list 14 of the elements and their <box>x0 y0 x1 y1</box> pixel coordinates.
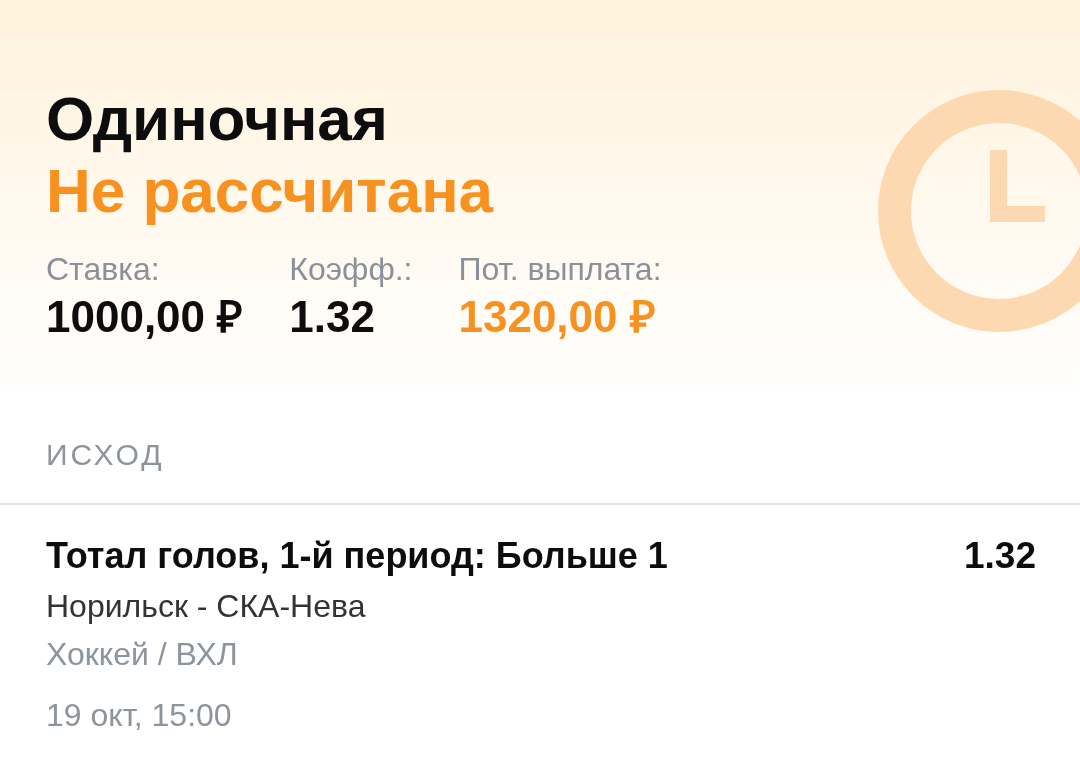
bet-status: Не рассчитана <box>46 155 494 227</box>
summary-label: Пот. выплата: <box>458 250 662 288</box>
odds-value: 1.32 <box>964 535 1036 577</box>
summary-value: 1000,00 ₽ <box>46 291 244 343</box>
summary-label: Ставка: <box>46 250 160 288</box>
summary-value: 1.32 <box>289 291 375 343</box>
summary-label: Коэфф.: <box>289 250 413 288</box>
bet-type-title: Одиночная <box>46 83 389 155</box>
event-date: 19 окт, 15:00 <box>46 696 232 734</box>
market-title: Тотал голов, 1-й период: Больше 1 <box>46 535 668 577</box>
section-heading: ИСХОД <box>46 438 165 471</box>
league-label: Хоккей / ВХЛ <box>46 635 238 673</box>
summary-value: 1320,00 ₽ <box>458 291 656 343</box>
event-teams: Норильск - СКА-Нева <box>46 587 366 625</box>
